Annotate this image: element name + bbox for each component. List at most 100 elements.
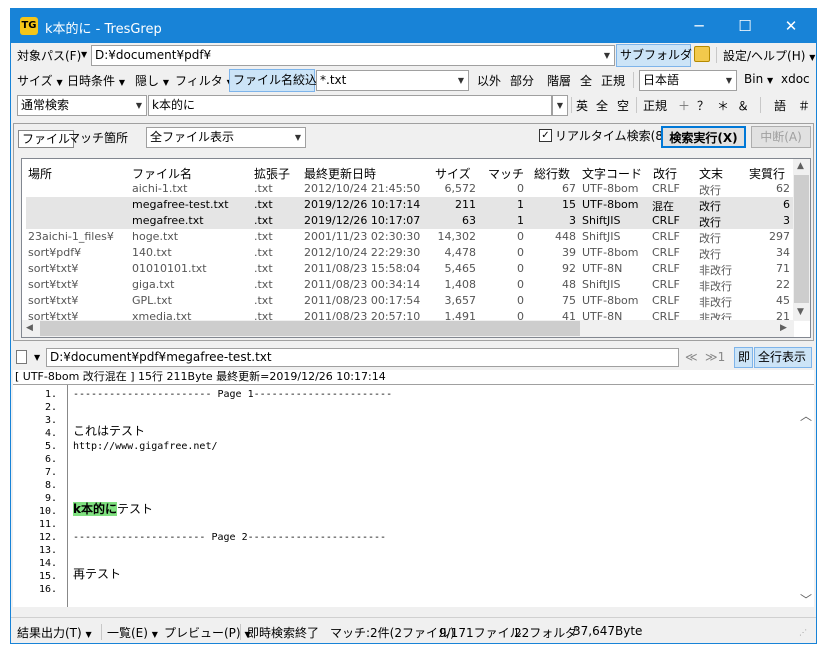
- filter-menu[interactable]: フィルタ ▼: [175, 72, 233, 89]
- stop-button[interactable]: 中断(A): [751, 126, 811, 148]
- run-search-button[interactable]: 検索実行(X): [661, 126, 746, 148]
- chevron-down-icon[interactable]: ▼: [722, 71, 736, 90]
- filename-pattern-input[interactable]: *.txt ▼: [316, 70, 469, 91]
- column-header[interactable]: 場所: [28, 165, 52, 182]
- size-menu[interactable]: サイズ ▼: [17, 72, 63, 89]
- search-query-input[interactable]: k本的に: [148, 95, 552, 116]
- encoding-select[interactable]: 日本語 ▼: [639, 70, 737, 91]
- asterisk-toggle[interactable]: ＊: [717, 97, 729, 114]
- question-toggle[interactable]: ？: [697, 97, 709, 114]
- code-line: これはテスト: [73, 424, 146, 438]
- word-toggle[interactable]: 語: [774, 97, 786, 114]
- folder-open-icon[interactable]: [694, 46, 710, 62]
- partial-toggle[interactable]: 部分: [510, 72, 534, 89]
- preview-path-field[interactable]: D:¥document¥pdf¥megafree-test.txt: [46, 348, 679, 367]
- filename-pattern-value: *.txt: [320, 73, 347, 87]
- scroll-down-icon[interactable]: ▼: [797, 307, 804, 317]
- scroll-left-icon[interactable]: ◀: [26, 323, 33, 333]
- table-cell-eof: 非改行: [699, 280, 732, 293]
- table-cell-code: UTF-8bom: [582, 246, 639, 259]
- case-toggle[interactable]: 英: [576, 97, 588, 114]
- column-header[interactable]: サイズ: [435, 165, 471, 182]
- chevron-down-icon[interactable]: ▼: [81, 50, 87, 59]
- and-toggle[interactable]: ＆: [737, 97, 749, 114]
- list-menu[interactable]: 一覧(E) ▼: [107, 624, 158, 641]
- hierarchy-toggle[interactable]: 階層: [547, 72, 571, 89]
- table-row[interactable]: sort¥txt¥ giga.txt .txt 2011/08/23 00:34:14…: [26, 277, 794, 293]
- column-header[interactable]: 実質行: [749, 165, 785, 182]
- plus-toggle[interactable]: ＋: [678, 97, 690, 114]
- table-row[interactable]: sort¥txt¥ GPL.txt .txt 2011/08/23 00:17:54 3…: [26, 293, 794, 309]
- search-history-dropdown[interactable]: ▼: [552, 95, 568, 116]
- target-path-label[interactable]: 対象パス(F): [17, 47, 81, 64]
- view-select[interactable]: 全ファイル表示 ▼: [146, 127, 306, 148]
- table-row[interactable]: megafree.txt .txt 2019/12/26 10:17:07 63 1 3 S…: [26, 213, 794, 229]
- space-toggle[interactable]: 空: [617, 97, 629, 114]
- filename-filter-button[interactable]: ファイル名絞込:: [229, 69, 321, 92]
- next-match-button[interactable]: ≫1: [705, 350, 725, 364]
- chevron-down-icon[interactable]: ▼: [553, 96, 567, 115]
- subfolder-button[interactable]: サブフォルダ ▼: [616, 44, 702, 67]
- realtime-checkbox[interactable]: ✓: [539, 129, 552, 142]
- table-cell-code: UTF-8N: [582, 262, 623, 275]
- scroll-thumb[interactable]: [794, 175, 809, 303]
- bin-menu[interactable]: Bin ▼: [744, 72, 773, 86]
- vertical-scrollbar[interactable]: ▲ ▼: [793, 159, 810, 321]
- scroll-up-icon[interactable]: ▲: [797, 161, 804, 171]
- horizontal-scrollbar[interactable]: ◀ ▶: [22, 320, 794, 337]
- regex-search-toggle[interactable]: 正規: [643, 97, 667, 114]
- except-toggle[interactable]: 以外: [477, 72, 501, 89]
- show-all-lines-toggle[interactable]: 全行表示: [754, 347, 812, 368]
- scroll-thumb[interactable]: [40, 321, 580, 336]
- title-bar[interactable]: TG k本的に - TresGrep ─ ☐ ✕: [11, 9, 816, 43]
- table-row[interactable]: 23aichi-1_files¥ hoge.txt .txt 2001/11/23 0…: [26, 229, 794, 245]
- settings-help-menu[interactable]: 設定/ヘルプ(H) ▼: [723, 47, 815, 64]
- table-cell-ext: .txt: [254, 246, 273, 259]
- column-header[interactable]: 総行数: [534, 165, 570, 182]
- chevron-down-icon[interactable]: ▼: [454, 71, 468, 90]
- column-header[interactable]: ファイル名: [132, 165, 192, 182]
- instant-toggle[interactable]: 即: [734, 347, 753, 368]
- table-row[interactable]: sort¥pdf¥ 140.txt .txt 2012/10/24 22:29:30 4…: [26, 245, 794, 261]
- file-icon[interactable]: [16, 350, 27, 364]
- chevron-down-icon[interactable]: ▼: [291, 128, 305, 147]
- column-header[interactable]: 最終更新日時: [304, 165, 376, 182]
- results-list[interactable]: 場所 ファイル名 拡張子 最終更新日時 サイズ マッチ 総行数 文字コード 改行…: [21, 158, 811, 338]
- date-condition-menu[interactable]: 日時条件 ▼: [67, 72, 125, 89]
- column-header[interactable]: 文末: [699, 165, 723, 182]
- table-row[interactable]: aichi-1.txt .txt 2012/10/24 21:45:50 6,572 0…: [26, 181, 794, 197]
- close-button[interactable]: ✕: [768, 9, 814, 43]
- column-header[interactable]: 改行: [653, 165, 677, 182]
- preview-editor[interactable]: 1. 2. 3. 4. 5. 6. 7. 8. 9. 10. 11. 12. 13. 14. 15. 16. …: [13, 384, 814, 607]
- maximize-button[interactable]: ☐: [722, 9, 768, 43]
- chevron-down-icon[interactable]: ▼: [600, 46, 614, 65]
- scroll-up-icon[interactable]: ︿: [800, 407, 812, 424]
- column-header[interactable]: 文字コード: [582, 165, 642, 182]
- resize-grip-icon[interactable]: ⋰: [799, 628, 807, 637]
- search-mode-select[interactable]: 通常検索 ▼: [17, 95, 147, 116]
- chevron-down-icon[interactable]: ▼: [34, 353, 40, 362]
- table-row[interactable]: megafree-test.txt .txt 2019/12/26 10:17:14…: [26, 197, 794, 213]
- table-cell-match: 1: [517, 198, 524, 211]
- export-menu[interactable]: 結果出力(T) ▼: [17, 624, 92, 641]
- chevron-down-icon[interactable]: ▼: [132, 96, 146, 115]
- preview-menu[interactable]: プレビュー(P) ▼: [164, 624, 251, 641]
- minimize-button[interactable]: ─: [676, 9, 722, 43]
- column-header[interactable]: マッチ: [488, 165, 524, 182]
- table-cell-real: 34: [776, 246, 790, 259]
- prev-match-button[interactable]: ≪: [685, 350, 698, 364]
- column-header[interactable]: 拡張子: [254, 165, 290, 182]
- hash-toggle[interactable]: ＃: [798, 97, 810, 114]
- regex-toggle[interactable]: 正規: [601, 72, 625, 89]
- width-toggle[interactable]: 全: [596, 97, 608, 114]
- scroll-down-icon[interactable]: ﹀: [800, 591, 812, 608]
- tab-match[interactable]: マッチ箇所: [65, 130, 131, 148]
- all-toggle[interactable]: 全: [580, 72, 592, 89]
- xdoc-toggle[interactable]: xdoc: [781, 72, 810, 86]
- table-cell-loc: sort¥txt¥: [28, 294, 79, 307]
- scroll-right-icon[interactable]: ▶: [780, 323, 787, 333]
- target-path-input[interactable]: D:¥document¥pdf¥ ▼: [91, 45, 615, 66]
- separator: [636, 97, 637, 113]
- hidden-menu[interactable]: 隠し ▼: [135, 72, 169, 89]
- table-row[interactable]: sort¥txt¥ 01010101.txt .txt 2011/08/23 15:5…: [26, 261, 794, 277]
